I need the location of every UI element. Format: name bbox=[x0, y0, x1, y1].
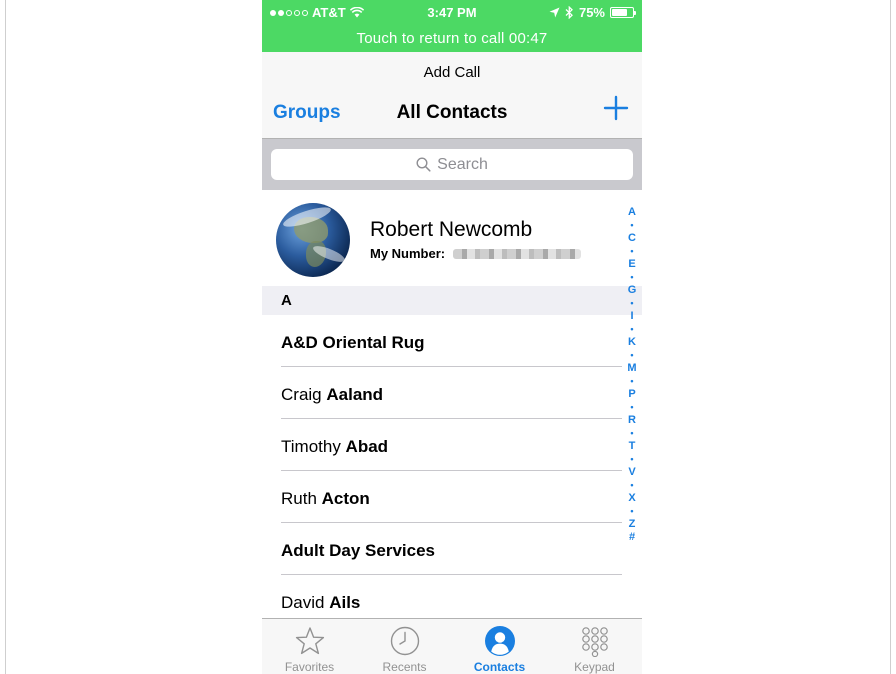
contact-first-name: Ruth bbox=[281, 489, 322, 508]
clock-icon bbox=[390, 626, 419, 656]
index-letter[interactable]: R bbox=[628, 414, 636, 427]
my-card[interactable]: Robert Newcomb My Number: bbox=[262, 190, 622, 286]
contact-first-name: David bbox=[281, 593, 330, 612]
index-bullet[interactable]: • bbox=[630, 375, 633, 388]
contact-row[interactable]: Craig Aaland bbox=[262, 367, 622, 419]
tab-contacts-label: Contacts bbox=[473, 660, 526, 674]
index-bullet[interactable]: • bbox=[630, 245, 633, 258]
search-input[interactable]: Search bbox=[271, 149, 633, 180]
location-arrow-icon bbox=[549, 7, 560, 18]
index-bullet[interactable]: • bbox=[630, 505, 633, 518]
contact-name: Timothy Abad bbox=[281, 437, 388, 457]
contact-name: Adult Day Services bbox=[281, 541, 435, 561]
contact-name: Craig Aaland bbox=[281, 385, 383, 405]
contact-row[interactable]: Adult Day Services bbox=[262, 523, 622, 575]
index-bullet[interactable]: • bbox=[630, 401, 633, 414]
search-icon bbox=[416, 157, 431, 172]
tab-keypad[interactable]: Keypad bbox=[547, 619, 642, 674]
index-letter[interactable]: C bbox=[628, 232, 636, 245]
index-bullet[interactable]: • bbox=[630, 297, 633, 310]
index-letter[interactable]: V bbox=[628, 466, 635, 479]
contact-last-name: Acton bbox=[321, 489, 370, 508]
battery-icon bbox=[610, 7, 636, 18]
tab-favorites-label: Favorites bbox=[284, 660, 335, 674]
return-to-call-bar[interactable]: AT&T 3:47 PM 75% Touch to return to call… bbox=[262, 0, 642, 52]
bluetooth-icon bbox=[565, 6, 573, 19]
tab-bar: Favorites Recents Contacts Keypad bbox=[262, 618, 642, 674]
alphabet-index[interactable]: A • C • E • G • I • K • M • P • R • T • V • X • Z # bbox=[624, 206, 640, 544]
contact-last-name: A&D Oriental Rug bbox=[281, 333, 425, 352]
contact-first-name: Craig bbox=[281, 385, 327, 404]
contact-name: A&D Oriental Rug bbox=[281, 333, 425, 353]
star-icon bbox=[295, 627, 324, 655]
tab-contacts[interactable]: Contacts bbox=[452, 619, 547, 674]
battery-fill bbox=[612, 9, 627, 16]
search-placeholder: Search bbox=[437, 155, 488, 173]
return-to-call-text: Touch to return to call 00:47 bbox=[356, 30, 548, 47]
redacted-phone-number bbox=[453, 248, 582, 259]
contact-last-name: Aaland bbox=[326, 385, 384, 404]
my-number-row: My Number: bbox=[370, 246, 582, 261]
nav-prompt: Add Call bbox=[423, 64, 481, 81]
index-letter[interactable]: # bbox=[629, 531, 635, 544]
contact-first-name: Timothy bbox=[281, 437, 346, 456]
index-letter[interactable]: A bbox=[628, 206, 636, 219]
search-bar-area: Search bbox=[262, 138, 642, 190]
index-bullet[interactable]: • bbox=[630, 349, 633, 362]
avatar bbox=[276, 203, 350, 277]
index-bullet[interactable]: • bbox=[630, 453, 633, 466]
navigation-bar: Add Call Groups All Contacts bbox=[262, 52, 642, 138]
index-letter[interactable]: Z bbox=[629, 518, 636, 531]
phone-screen: AT&T 3:47 PM 75% Touch to return to call… bbox=[262, 0, 642, 674]
index-letter[interactable]: I bbox=[630, 310, 633, 323]
status-bar: AT&T 3:47 PM 75% bbox=[262, 0, 642, 26]
index-bullet[interactable]: • bbox=[630, 219, 633, 232]
contact-name: David Ails bbox=[281, 593, 360, 613]
index-letter[interactable]: X bbox=[628, 492, 635, 505]
index-letter[interactable]: M bbox=[627, 362, 636, 375]
index-bullet[interactable]: • bbox=[630, 479, 633, 492]
my-number-label: My Number: bbox=[370, 246, 446, 261]
my-card-name: Robert Newcomb bbox=[370, 218, 533, 241]
section-letter: A bbox=[281, 292, 292, 309]
index-letter[interactable]: E bbox=[628, 258, 635, 271]
index-letter[interactable]: P bbox=[628, 388, 635, 401]
index-bullet[interactable]: • bbox=[630, 323, 633, 336]
index-letter[interactable]: G bbox=[628, 284, 637, 297]
tab-recents-label: Recents bbox=[382, 660, 427, 674]
contact-row[interactable]: Ruth Acton bbox=[262, 471, 622, 523]
contact-last-name: Abad bbox=[345, 437, 389, 456]
contact-name: Ruth Acton bbox=[281, 489, 370, 509]
add-contact-button[interactable] bbox=[600, 92, 632, 124]
index-bullet[interactable]: • bbox=[630, 271, 633, 284]
status-indicators: 75% bbox=[549, 5, 636, 20]
index-letter[interactable]: T bbox=[629, 440, 636, 453]
contact-row[interactable]: Timothy Abad bbox=[262, 419, 622, 471]
contact-last-name: Adult Day Services bbox=[281, 541, 436, 560]
battery-percent: 75% bbox=[578, 5, 605, 20]
index-bullet[interactable]: • bbox=[630, 427, 633, 440]
index-letter[interactable]: K bbox=[628, 336, 636, 349]
person-icon bbox=[484, 626, 515, 656]
section-header-a: A bbox=[262, 286, 642, 315]
tab-keypad-label: Keypad bbox=[574, 660, 615, 674]
contact-row[interactable]: A&D Oriental Rug bbox=[262, 315, 622, 367]
tab-recents[interactable]: Recents bbox=[357, 619, 452, 674]
tab-favorites[interactable]: Favorites bbox=[262, 619, 357, 674]
keypad-icon bbox=[581, 627, 608, 657]
contact-last-name: Ails bbox=[329, 593, 361, 612]
page-title: All Contacts bbox=[396, 102, 508, 123]
contact-list: A&D Oriental Rug Craig Aaland Timothy Abad… bbox=[262, 315, 622, 627]
